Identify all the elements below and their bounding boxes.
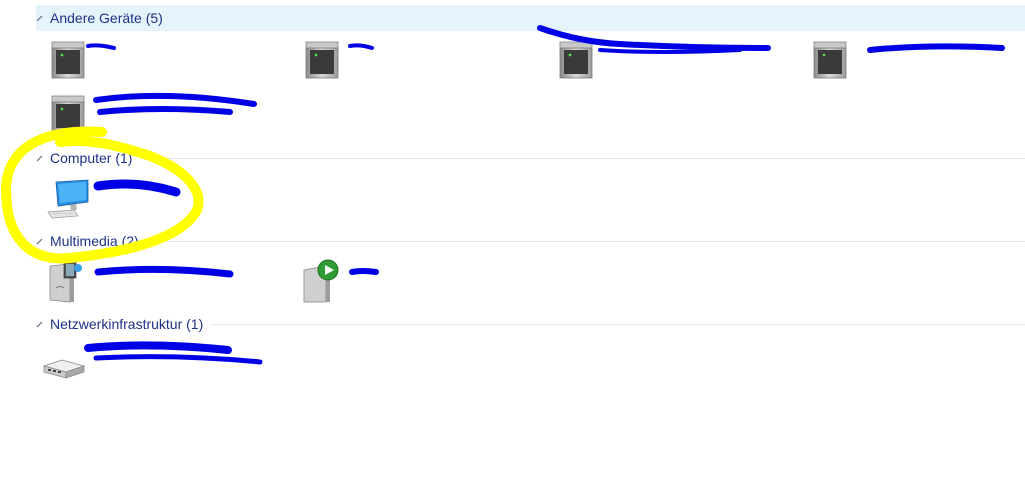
group-title: Computer (1): [50, 150, 133, 166]
media-item[interactable]: [298, 258, 538, 306]
collapse-chevron-icon[interactable]: [36, 13, 46, 23]
desktop-computer-icon: [47, 179, 89, 219]
group-divider: [211, 323, 1025, 325]
media-player-icon: [303, 259, 339, 303]
group-header-computer[interactable]: Computer (1): [36, 145, 1025, 171]
media-server-icon: [49, 261, 82, 303]
server-tower-icon: [813, 41, 847, 79]
device-item[interactable]: [44, 90, 284, 138]
collapse-chevron-icon[interactable]: [36, 319, 46, 329]
device-item[interactable]: [44, 36, 284, 84]
group-divider: [140, 157, 1025, 159]
group-divider: [146, 240, 1025, 242]
server-tower-icon: [51, 95, 85, 133]
media-item[interactable]: [44, 258, 284, 306]
device-item[interactable]: [806, 36, 1025, 84]
server-tower-icon: [51, 41, 85, 79]
network-device-item[interactable]: [40, 342, 280, 390]
group-title: Andere Geräte (5): [50, 10, 163, 26]
device-item[interactable]: [298, 36, 538, 84]
collapse-chevron-icon[interactable]: [36, 153, 46, 163]
server-tower-icon: [559, 41, 593, 79]
group-header-andere-geraete[interactable]: Andere Geräte (5): [36, 5, 1025, 31]
group-header-netzwerkinfrastruktur[interactable]: Netzwerkinfrastruktur (1): [36, 311, 1025, 337]
group-title: Netzwerkinfrastruktur (1): [50, 316, 204, 332]
collapse-chevron-icon[interactable]: [36, 236, 46, 246]
group-divider: [171, 18, 1025, 19]
computer-item[interactable]: [44, 176, 284, 224]
server-tower-icon: [305, 41, 339, 79]
group-header-multimedia[interactable]: Multimedia (2): [36, 228, 1025, 254]
device-item[interactable]: [552, 36, 792, 84]
network-router-icon: [42, 359, 86, 379]
group-title: Multimedia (2): [50, 233, 139, 249]
